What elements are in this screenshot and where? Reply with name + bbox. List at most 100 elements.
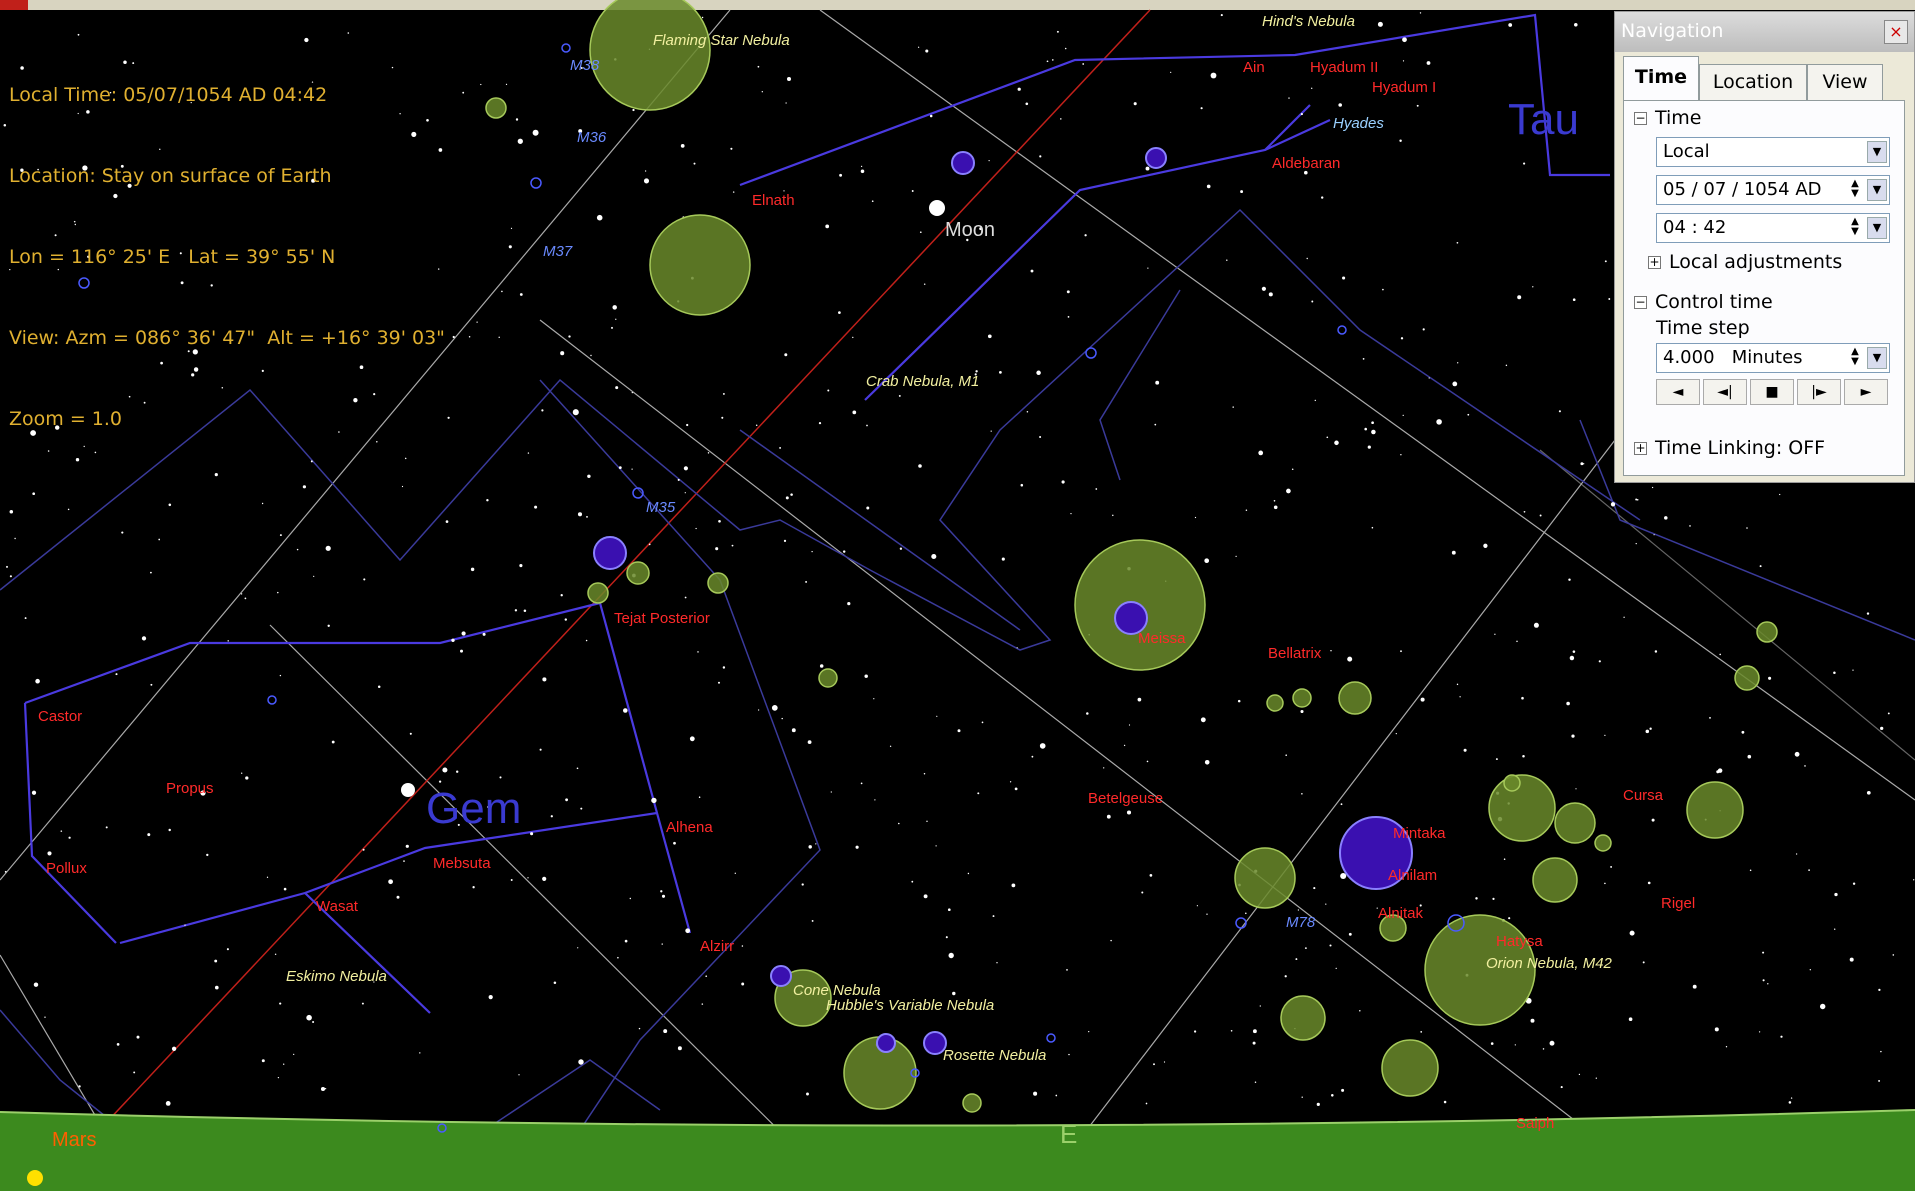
star xyxy=(1490,1042,1494,1045)
star xyxy=(499,776,502,779)
status-overlay: Local Time: 05/07/1054 AD 04:42 Location… xyxy=(9,28,445,487)
star xyxy=(1508,23,1513,27)
star xyxy=(67,508,70,511)
star xyxy=(1268,292,1273,297)
star xyxy=(722,392,725,395)
star xyxy=(1494,633,1496,635)
star xyxy=(1039,155,1042,158)
star xyxy=(615,318,617,320)
star xyxy=(685,928,691,934)
tab-time[interactable]: Time xyxy=(1623,56,1699,100)
expand-icon[interactable]: + xyxy=(1648,256,1661,269)
navigation-titlebar[interactable]: Navigation × xyxy=(1615,12,1914,52)
chevron-down-icon[interactable]: ▼ xyxy=(1867,217,1887,239)
star xyxy=(855,845,859,849)
constellation-label-tau: Tau xyxy=(1508,95,1579,144)
svg-text:M37: M37 xyxy=(543,243,573,260)
star xyxy=(442,767,448,773)
play-forward-button[interactable]: ► xyxy=(1844,379,1888,405)
star xyxy=(683,466,688,471)
star xyxy=(542,677,547,682)
star xyxy=(801,883,804,886)
star xyxy=(1692,984,1697,989)
star xyxy=(1604,734,1606,737)
star xyxy=(1334,440,1339,446)
star xyxy=(717,681,721,684)
star xyxy=(1595,1077,1597,1079)
star xyxy=(1095,488,1098,490)
star xyxy=(1230,1029,1233,1032)
star xyxy=(1505,364,1508,367)
star xyxy=(1141,891,1144,894)
time-mode-select[interactable]: Local ▼ xyxy=(1656,137,1890,167)
tab-view[interactable]: View xyxy=(1807,64,1883,100)
star xyxy=(1377,21,1383,27)
star xyxy=(1112,514,1114,517)
star xyxy=(245,776,249,780)
star xyxy=(1258,450,1264,456)
chevron-down-icon[interactable]: ▼ xyxy=(1867,141,1887,163)
star xyxy=(1574,23,1578,27)
local-adjustments-header[interactable]: + Local adjustments xyxy=(1648,251,1842,273)
star xyxy=(1163,1061,1166,1063)
close-button[interactable]: × xyxy=(1884,20,1908,44)
expand-icon[interactable]: + xyxy=(1634,442,1647,455)
clock-field[interactable]: 04 : 42 ▲ ▼ ▼ xyxy=(1656,213,1890,243)
step-backward-button[interactable]: ◄| xyxy=(1703,379,1747,405)
star xyxy=(1145,166,1150,171)
star xyxy=(1026,411,1029,413)
star xyxy=(1887,712,1890,715)
spinner-icon[interactable]: ▲ ▼ xyxy=(1845,347,1865,369)
tab-location[interactable]: Location xyxy=(1699,64,1807,100)
star xyxy=(1056,30,1059,33)
spinner-icon[interactable]: ▲ ▼ xyxy=(1845,217,1865,239)
control-time-header[interactable]: − Control time xyxy=(1634,291,1773,313)
date-field[interactable]: 05 / 07 / 1054 AD ▲ ▼ ▼ xyxy=(1656,175,1890,205)
star xyxy=(515,118,519,121)
collapse-icon[interactable]: − xyxy=(1634,296,1647,309)
moon-marker[interactable] xyxy=(929,200,945,216)
star xyxy=(1321,196,1324,199)
star xyxy=(1604,260,1607,263)
star xyxy=(988,160,990,162)
star xyxy=(1400,650,1402,653)
star xyxy=(1326,436,1329,439)
stop-button[interactable]: ■ xyxy=(1750,379,1794,405)
star xyxy=(1340,872,1347,880)
star xyxy=(1849,957,1854,962)
star xyxy=(331,740,335,744)
chevron-down-icon[interactable]: ▼ xyxy=(1867,179,1887,201)
svg-text:Saiph: Saiph xyxy=(1516,1115,1554,1132)
time-section-header[interactable]: − Time xyxy=(1634,107,1702,129)
star xyxy=(361,1002,364,1005)
mars-marker[interactable] xyxy=(27,1170,43,1186)
star xyxy=(1747,754,1752,759)
star xyxy=(461,631,466,636)
collapse-icon[interactable]: − xyxy=(1634,112,1647,125)
star xyxy=(819,664,824,668)
sky-view[interactable]: E Tau Gem Moon Mars Elnath Aldebaran Hya… xyxy=(0,0,1915,1191)
time-step-field[interactable]: 4.000 Minutes ▲ ▼ ▼ xyxy=(1656,343,1890,373)
star xyxy=(564,618,567,621)
star xyxy=(1790,1097,1793,1099)
star xyxy=(141,636,147,641)
play-backward-button[interactable]: ◄ xyxy=(1656,379,1700,405)
star xyxy=(1651,818,1655,822)
time-linking-header[interactable]: + Time Linking: OFF xyxy=(1634,437,1825,459)
star xyxy=(261,502,264,505)
star xyxy=(1367,445,1371,449)
star xyxy=(1206,913,1208,915)
star xyxy=(1780,1035,1783,1038)
star xyxy=(1254,1081,1257,1083)
star xyxy=(1240,190,1244,194)
star xyxy=(47,851,52,856)
star xyxy=(362,848,365,851)
star xyxy=(241,772,243,774)
chevron-down-icon[interactable]: ▼ xyxy=(1867,347,1887,369)
star xyxy=(925,49,929,53)
planet-marker[interactable] xyxy=(401,783,415,797)
spinner-icon[interactable]: ▲ ▼ xyxy=(1845,179,1865,201)
star xyxy=(661,943,663,945)
step-forward-button[interactable]: |► xyxy=(1797,379,1841,405)
star xyxy=(3,124,7,127)
